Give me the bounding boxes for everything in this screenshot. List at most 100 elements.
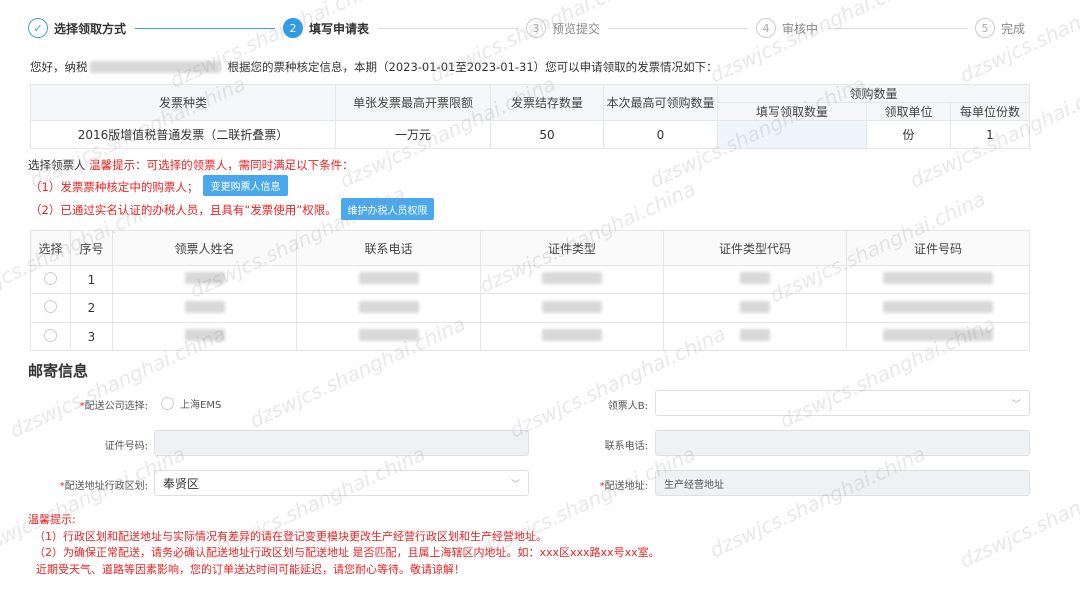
redacted-cell: [358, 329, 419, 341]
redacted-cell: [184, 300, 225, 313]
watermark: dzswjcs.shanghai.china: [165, 0, 390, 93]
col-header: 领取单位: [866, 102, 951, 121]
cell: 50: [490, 120, 604, 149]
redacted-cell: [358, 272, 419, 284]
redacted-name: [89, 61, 220, 73]
person-table: 选择 序号 领票人姓名 联系电话 证件类型 证件类型代码 证件号码 1 2 3: [30, 230, 1030, 351]
redacted-cell: [358, 300, 419, 313]
table-row[interactable]: 3: [30, 322, 1030, 351]
selector-label: 选择领票人: [28, 158, 86, 172]
maintain-tax-staff-button[interactable]: 维护办税人员权限: [341, 198, 434, 220]
district-select[interactable]: 奉贤区 ﹀: [154, 470, 529, 496]
redacted-cell: [184, 329, 225, 341]
district-label: *配送地址行政区划:: [59, 481, 148, 492]
step-3: 3 预览提交: [526, 18, 600, 38]
phone-field[interactable]: [655, 430, 1030, 456]
select-radio[interactable]: [44, 271, 57, 285]
table-row[interactable]: 1: [30, 265, 1030, 294]
table-row[interactable]: 2: [30, 293, 1030, 323]
recipient-label: 领票人B:: [607, 401, 648, 412]
step-label: 完成: [1001, 21, 1026, 36]
col-header: 填写领取数量: [717, 102, 867, 121]
check-icon: ✓: [28, 18, 48, 38]
phone-label: 联系电话:: [604, 441, 648, 452]
step-2: 2 填写申请表: [283, 18, 369, 38]
step-number: 2: [283, 18, 303, 38]
redacted-cell: [740, 272, 770, 284]
step-4: 4 审核中: [756, 18, 818, 38]
selector-hint: 温馨提示：可选择的领票人，需同时满足以下条件：: [89, 158, 354, 172]
select-radio[interactable]: [44, 300, 57, 313]
id-label: 证件号码:: [104, 441, 148, 452]
redacted-cell: [542, 272, 602, 284]
condition-2: （2）已通过实名认证的办税人员，且具有“发票使用”权限。: [30, 203, 337, 217]
cell: 2016版增值税普通发票（二联折叠票）: [30, 120, 336, 149]
ems-label: 上海EMS: [180, 400, 222, 411]
step-connector: [608, 28, 748, 29]
redacted-cell: [740, 300, 770, 313]
col-header: 领票人姓名: [112, 230, 297, 266]
col-header: 本次最高可领购数量: [603, 84, 718, 121]
col-header: 领购数量: [717, 84, 1030, 103]
redacted-cell: [740, 329, 770, 341]
step-number: 5: [975, 18, 995, 38]
quantity-input[interactable]: [717, 120, 867, 149]
col-header: 每单位份数: [950, 102, 1030, 121]
chevron-down-icon: ﹀: [1011, 400, 1021, 410]
company-label: *配送公司选择:: [79, 401, 148, 412]
step-label: 填写申请表: [309, 21, 370, 36]
redacted-cell: [883, 329, 993, 341]
col-header: 单张发票最高开票限额: [335, 84, 491, 121]
select-radio[interactable]: [44, 328, 57, 342]
mail-section-title: 邮寄信息: [28, 362, 89, 380]
col-header: 选择: [30, 230, 71, 266]
notice-line: 近期受天气、道路等因素影响，您的订单送达时间可能延迟，请您耐心等待。敬请谅解！: [36, 562, 465, 576]
address-field[interactable]: 生产经营地址: [655, 470, 1030, 496]
watermark: dzswjcs.shanghai.china: [705, 0, 930, 88]
select-value: 奉贤区: [163, 476, 200, 491]
watermark: dzswjcs.shanghai.china: [955, 0, 1080, 88]
col-header: 证件号码: [846, 230, 1030, 266]
col-header: 证件类型代码: [663, 230, 847, 266]
step-connector: [378, 28, 518, 29]
row-index: 1: [70, 265, 113, 294]
step-1: ✓ 选择领取方式: [28, 18, 126, 38]
redacted-cell: [883, 272, 993, 284]
step-connector: [135, 28, 275, 29]
col-header: 序号: [70, 230, 113, 266]
label-text: 配送地址行政区划:: [64, 481, 148, 492]
chevron-down-icon: ﹀: [510, 480, 520, 490]
row-index: 2: [70, 293, 113, 323]
label-text: 配送地址:: [604, 481, 648, 492]
step-connector: [828, 28, 968, 29]
col-header: 联系电话: [296, 230, 481, 266]
step-label: 审核中: [782, 21, 819, 36]
row-index: 3: [70, 322, 113, 351]
step-number: 3: [526, 18, 546, 38]
change-buyer-info-button[interactable]: 变更购票人信息: [203, 175, 288, 196]
id-number-field[interactable]: [154, 430, 529, 456]
intro-prefix: 您好，纳税: [30, 60, 88, 74]
cell: 份: [866, 120, 951, 149]
recipient-select[interactable]: ﹀: [655, 390, 1030, 416]
step-label: 选择领取方式: [54, 21, 127, 36]
cell: 1: [950, 120, 1030, 149]
redacted-cell: [542, 329, 602, 341]
redacted-cell: [184, 272, 225, 284]
step-number: 4: [756, 18, 776, 38]
step-5: 5 完成: [975, 18, 1025, 38]
intro-suffix: 根据您的票种核定信息，本期（2023-01-01至2023-01-31）您可以申…: [227, 60, 718, 74]
intro-text: 您好，纳税 根据您的票种核定信息，本期（2023-01-01至2023-01-31…: [30, 59, 718, 75]
redacted-cell: [542, 300, 602, 313]
selector-heading: 选择领票人 温馨提示：可选择的领票人，需同时满足以下条件：: [28, 157, 354, 173]
address-label: *配送地址:: [599, 481, 648, 492]
condition-1: （1）发票票种核定中的购票人；: [30, 180, 199, 194]
ems-radio[interactable]: [161, 397, 174, 410]
table-row: 2016版增值税普通发票（二联折叠票） 一万元 50 0 份 1: [30, 120, 1030, 149]
ems-radio-option[interactable]: 上海EMS: [161, 396, 221, 411]
notice-line: （2）为确保正常配送，请务必确认配送地址行政区划与配送地址 是否匹配，且属上海辖…: [34, 546, 660, 559]
col-header: 证件类型: [480, 230, 664, 266]
cell: 一万元: [335, 120, 491, 149]
invoice-table: 发票种类 单张发票最高开票限额 发票结存数量 本次最高可领购数量 领购数量 填写…: [30, 84, 1030, 149]
notice-line: （1）行政区划和配送地址与实际情况有差异的请在登记变更模块更改生产经营行政区划和…: [34, 529, 547, 543]
